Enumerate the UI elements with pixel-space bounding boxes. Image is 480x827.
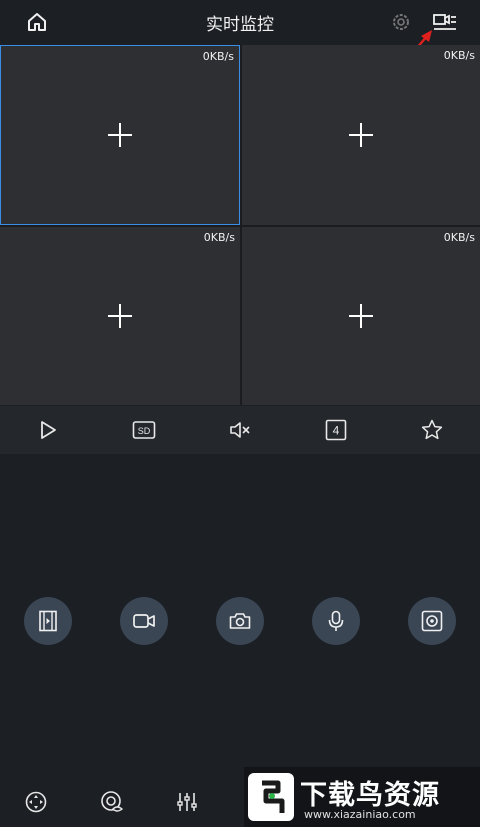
add-camera-icon[interactable] <box>107 303 133 329</box>
mute-icon[interactable] <box>228 418 252 442</box>
play-icon[interactable] <box>36 418 60 442</box>
capture-icon <box>421 610 443 632</box>
sd-quality-icon[interactable]: SD <box>132 418 156 442</box>
playback-toolbar: SD 4 <box>0 406 480 454</box>
video-tile-2[interactable]: 0KB/s <box>242 45 480 225</box>
talk-button[interactable] <box>312 597 360 645</box>
watermark-url: www.xiazainiao.com <box>304 808 416 821</box>
bitrate-label: 0KB/s <box>443 49 475 62</box>
video-tile-3[interactable]: 0KB/s <box>0 227 240 405</box>
photo-icon <box>229 613 251 629</box>
capture-button[interactable] <box>408 597 456 645</box>
add-camera-icon[interactable] <box>348 122 374 148</box>
video-tile-1[interactable]: 0KB/s <box>0 45 240 225</box>
ptz-icon[interactable] <box>24 790 48 814</box>
bitrate-label: 0KB/s <box>202 50 234 63</box>
video-tile-4[interactable]: 0KB/s <box>242 227 480 405</box>
video-record-icon <box>39 610 57 632</box>
watermark-title: 下载鸟资源 <box>300 780 440 811</box>
eye-icon[interactable] <box>100 790 124 814</box>
bitrate-label: 0KB/s <box>443 231 475 244</box>
adjust-icon[interactable] <box>175 790 199 814</box>
top-bar: 实时监控 <box>0 0 480 62</box>
record-video-button[interactable] <box>24 597 72 645</box>
bitrate-label: 0KB/s <box>203 231 235 244</box>
camera-button[interactable] <box>120 597 168 645</box>
add-camera-icon[interactable] <box>107 122 133 148</box>
star-icon[interactable] <box>420 418 444 442</box>
split-count-label: 4 <box>333 424 340 438</box>
watermark: 下载鸟资源 www.xiazainiao.com <box>244 767 480 827</box>
camera-list-icon[interactable] <box>432 11 458 33</box>
camera-icon <box>133 614 155 628</box>
sd-label: SD <box>138 426 151 436</box>
watermark-logo <box>248 773 294 821</box>
split-count-icon[interactable]: 4 <box>324 418 348 442</box>
add-camera-icon[interactable] <box>348 303 374 329</box>
snapshot-button[interactable] <box>216 597 264 645</box>
video-grid: 0KB/s 0KB/s 0KB/s 0KB/s <box>0 45 480 405</box>
microphone-icon <box>328 610 344 631</box>
